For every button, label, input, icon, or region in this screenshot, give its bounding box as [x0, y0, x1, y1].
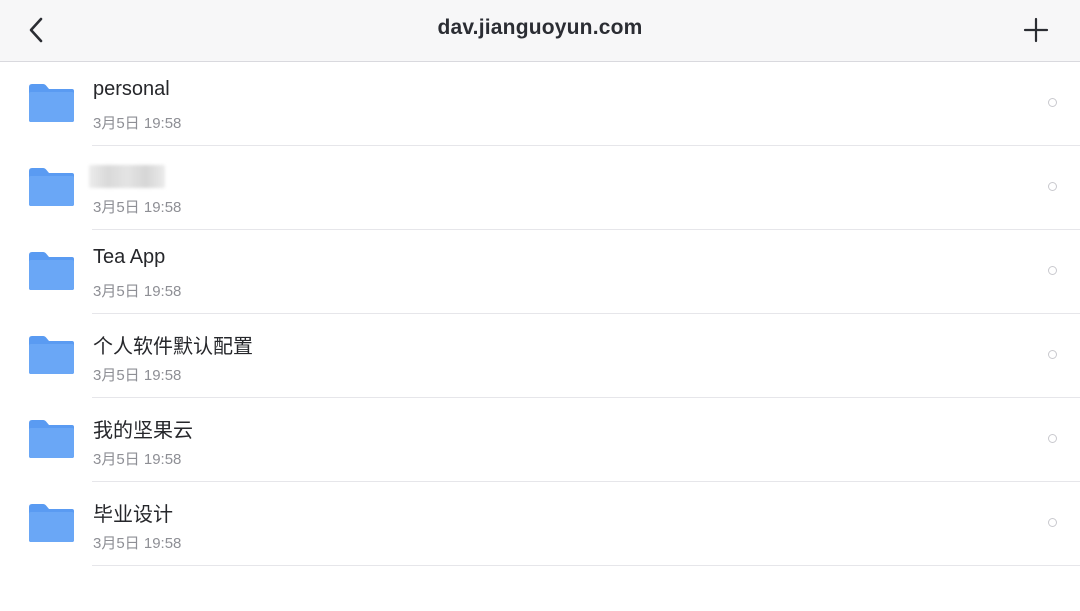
- select-radio[interactable]: [1048, 434, 1057, 443]
- folder-icon: [29, 420, 74, 458]
- select-radio[interactable]: [1048, 182, 1057, 191]
- add-button[interactable]: [1018, 12, 1054, 48]
- folder-name: 我的坚果云: [93, 420, 193, 442]
- folder-icon: [29, 504, 74, 542]
- folder-icon: [29, 84, 74, 122]
- modified-time: 3月5日 19:58: [93, 199, 182, 216]
- list-item[interactable]: 毕业设计 3月5日 19:58: [0, 482, 1080, 566]
- modified-time: 3月5日 19:58: [93, 115, 182, 132]
- folder-name: 个人软件默认配置: [93, 336, 253, 358]
- modified-time: 3月5日 19:58: [93, 451, 182, 468]
- plus-icon: [1023, 17, 1049, 43]
- modified-time: 3月5日 19:58: [93, 535, 182, 552]
- list-item[interactable]: Tea App 3月5日 19:58: [0, 230, 1080, 314]
- select-radio[interactable]: [1048, 518, 1057, 527]
- file-list: personal 3月5日 19:58 3月5日 19:58 Tea App 3…: [0, 62, 1080, 566]
- navigation-bar: dav.jianguoyun.com: [0, 0, 1080, 62]
- folder-icon: [29, 252, 74, 290]
- select-radio[interactable]: [1048, 98, 1057, 107]
- folder-name: Tea App: [93, 246, 166, 268]
- list-item[interactable]: personal 3月5日 19:58: [0, 62, 1080, 146]
- page-title: dav.jianguoyun.com: [437, 16, 643, 39]
- modified-time: 3月5日 19:58: [93, 367, 182, 384]
- list-item[interactable]: 我的坚果云 3月5日 19:58: [0, 398, 1080, 482]
- modified-time: 3月5日 19:58: [93, 283, 182, 300]
- folder-name: personal: [93, 78, 170, 100]
- folder-icon: [29, 336, 74, 374]
- folder-icon: [29, 168, 74, 206]
- select-radio[interactable]: [1048, 266, 1057, 275]
- list-item[interactable]: 个人软件默认配置 3月5日 19:58: [0, 314, 1080, 398]
- blurred-folder-name: [89, 165, 165, 188]
- folder-name: 毕业设计: [93, 504, 173, 526]
- divider: [92, 565, 1080, 566]
- list-item[interactable]: 3月5日 19:58: [0, 146, 1080, 230]
- select-radio[interactable]: [1048, 350, 1057, 359]
